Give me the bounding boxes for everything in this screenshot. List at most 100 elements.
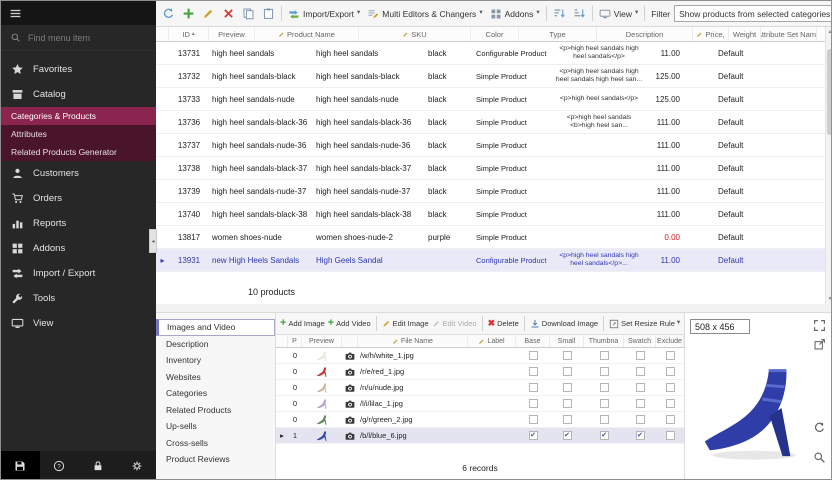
sidebar-search-input[interactable]: Find menu item bbox=[1, 25, 156, 51]
zoom-button[interactable] bbox=[813, 451, 827, 465]
copy-button[interactable] bbox=[239, 4, 258, 23]
tab-description[interactable]: Description bbox=[156, 336, 275, 353]
delete-product-button[interactable] bbox=[219, 4, 238, 23]
image-column-header-thumbnail[interactable]: Thumbna bbox=[584, 335, 624, 347]
checkbox[interactable] bbox=[529, 367, 538, 376]
column-header-description[interactable]: Description bbox=[597, 27, 693, 41]
image-column-header-sel[interactable] bbox=[276, 335, 288, 347]
set-resize-rule-button[interactable]: Set Resize Rule▾ bbox=[609, 319, 680, 329]
tab-cross-sells[interactable]: Cross-sells bbox=[156, 435, 275, 452]
column-header-type[interactable]: Type bbox=[519, 27, 597, 41]
checkbox[interactable] bbox=[529, 415, 538, 424]
connection-button[interactable] bbox=[1, 451, 40, 480]
category-filter-select[interactable]: Show products from selected categories▾ bbox=[674, 5, 832, 22]
add-video-button[interactable]: +Add Video bbox=[328, 318, 371, 329]
checkbox[interactable] bbox=[600, 367, 609, 376]
sidebar-item-favorites[interactable]: Favorites bbox=[1, 57, 156, 82]
checkbox[interactable] bbox=[666, 383, 675, 392]
checkbox[interactable] bbox=[636, 399, 645, 408]
tab-inventory[interactable]: Inventory bbox=[156, 352, 275, 369]
checkbox[interactable] bbox=[636, 367, 645, 376]
checkbox[interactable] bbox=[666, 351, 675, 360]
image-column-header-base[interactable]: Base bbox=[516, 335, 550, 347]
sidebar-item-catalog[interactable]: Catalog bbox=[1, 82, 156, 107]
image-column-header-position[interactable]: P bbox=[288, 335, 302, 347]
checkbox[interactable]: ✔ bbox=[600, 431, 609, 440]
tab-related-products[interactable]: Related Products bbox=[156, 402, 275, 419]
scroll-up-arrow[interactable]: ▲ bbox=[826, 27, 832, 37]
checkbox[interactable] bbox=[666, 431, 675, 440]
image-row-blue_6.jpg[interactable]: ▸1/b/l/blue_6.jpg✔✔✔✔ bbox=[276, 428, 684, 444]
column-header-expander[interactable] bbox=[156, 27, 169, 41]
tab-up-sells[interactable]: Up-sells bbox=[156, 418, 275, 435]
image-row-green_2.jpg[interactable]: 0/g/r/green_2.jpg bbox=[276, 412, 684, 428]
checkbox[interactable] bbox=[636, 351, 645, 360]
checkbox[interactable] bbox=[600, 351, 609, 360]
sidebar-item-categories-products[interactable]: Categories & Products bbox=[1, 107, 156, 125]
refresh-button[interactable] bbox=[159, 4, 178, 23]
checkbox[interactable] bbox=[563, 415, 572, 424]
checkbox[interactable] bbox=[529, 383, 538, 392]
checkbox[interactable] bbox=[636, 383, 645, 392]
image-row-lilac_1.jpg[interactable]: 0/l/i/lilac_1.jpg bbox=[276, 396, 684, 412]
image-row-nude.jpg[interactable]: 0/n/u/nude.jpg bbox=[276, 380, 684, 396]
image-column-header-cam[interactable] bbox=[342, 335, 358, 347]
image-column-header-exclude[interactable]: Exclude bbox=[656, 335, 684, 347]
sidebar-item-reports[interactable]: Reports bbox=[1, 211, 156, 236]
checkbox[interactable] bbox=[666, 399, 675, 408]
panel-collapse-handle[interactable]: ◂ bbox=[149, 229, 157, 253]
scroll-down-arrow[interactable]: ▼ bbox=[826, 294, 832, 304]
checkbox[interactable] bbox=[600, 399, 609, 408]
sidebar-item-customers[interactable]: Customers bbox=[1, 161, 156, 186]
product-row-13817[interactable]: 13817women shoes-nudewomen shoes-nude-2p… bbox=[156, 226, 825, 249]
image-column-header-swatch[interactable]: Swatch bbox=[624, 335, 656, 347]
image-column-header-preview[interactable]: Preview bbox=[302, 335, 342, 347]
settings-button[interactable] bbox=[117, 451, 156, 480]
edit-product-button[interactable] bbox=[199, 4, 218, 23]
add-product-button[interactable] bbox=[179, 4, 198, 23]
product-row-13739[interactable]: 13739high heel sandals-nude-37high heel … bbox=[156, 180, 825, 203]
horizontal-splitter[interactable] bbox=[156, 304, 832, 313]
sidebar-item-import-export[interactable]: Import / Export bbox=[1, 261, 156, 286]
hamburger-menu-button[interactable] bbox=[1, 1, 156, 25]
image-column-header-label[interactable]: Label bbox=[468, 335, 516, 347]
image-row-white_1.jpg[interactable]: 0/w/h/white_1.jpg bbox=[276, 348, 684, 364]
product-row-13738[interactable]: 13738high heel sandals-black-37high heel… bbox=[156, 157, 825, 180]
sidebar-item-view[interactable]: View bbox=[1, 311, 156, 336]
tab-product-reviews[interactable]: Product Reviews bbox=[156, 451, 275, 468]
sidebar-item-addons[interactable]: Addons bbox=[1, 236, 156, 261]
checkbox[interactable] bbox=[563, 399, 572, 408]
edit-video-button[interactable]: Edit Video bbox=[432, 319, 477, 328]
cell-expander[interactable]: ▸ bbox=[156, 249, 169, 271]
product-row-13731[interactable]: 13731high heel sandalshigh heel sandalsb… bbox=[156, 42, 825, 65]
column-header-name[interactable]: Product Name bbox=[255, 27, 359, 41]
product-row-13733[interactable]: 13733high heel sandals-nudehigh heel san… bbox=[156, 88, 825, 111]
scrollbar-thumb[interactable] bbox=[827, 49, 832, 135]
sidebar-item-orders[interactable]: Orders bbox=[1, 186, 156, 211]
sort-asc-button[interactable] bbox=[550, 4, 569, 23]
rotate-button[interactable] bbox=[813, 421, 827, 435]
checkbox[interactable]: ✔ bbox=[529, 431, 538, 440]
column-header-attribute_set[interactable]: Attribute Set Name bbox=[761, 27, 817, 41]
checkbox[interactable] bbox=[529, 399, 538, 408]
edit-image-button[interactable]: Edit Image bbox=[382, 319, 429, 328]
column-header-sku[interactable]: SKU bbox=[359, 27, 471, 41]
sort-desc-button[interactable] bbox=[570, 4, 589, 23]
tab-categories[interactable]: Categories bbox=[156, 385, 275, 402]
checkbox[interactable] bbox=[666, 415, 675, 424]
product-row-13740[interactable]: 13740high heel sandals-black-38high heel… bbox=[156, 203, 825, 226]
product-row-13931[interactable]: ▸13931new High Heels SandalsHigh Geels S… bbox=[156, 249, 825, 272]
delete-image-button[interactable]: ✖Delete bbox=[488, 319, 519, 328]
resize-dimensions-field[interactable]: 508 x 456 bbox=[690, 319, 750, 334]
checkbox[interactable] bbox=[563, 351, 572, 360]
column-header-color[interactable]: Color bbox=[471, 27, 519, 41]
image-column-header-small[interactable]: Small bbox=[550, 335, 584, 347]
fullscreen-button[interactable] bbox=[813, 319, 827, 333]
vertical-scrollbar[interactable]: ▲ ▼ bbox=[825, 27, 832, 304]
addons-menu[interactable]: Addons▾ bbox=[487, 6, 543, 22]
product-row-13736[interactable]: 13736high heel sandals-black-36high heel… bbox=[156, 111, 825, 134]
checkbox[interactable] bbox=[636, 415, 645, 424]
checkbox[interactable] bbox=[563, 367, 572, 376]
image-column-header-file_name[interactable]: File Name bbox=[358, 335, 468, 347]
view-menu[interactable]: View▾ bbox=[596, 6, 642, 22]
